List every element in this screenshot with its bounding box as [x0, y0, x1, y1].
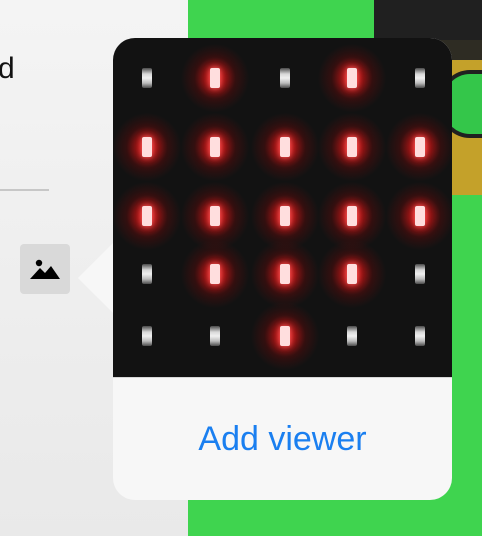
popover-arrow — [78, 242, 114, 314]
led-dot — [415, 326, 425, 346]
led-matrix-preview — [113, 38, 452, 377]
led-dot — [347, 326, 357, 346]
led-dot — [280, 68, 290, 88]
image-icon — [30, 259, 60, 279]
partial-text: d — [0, 52, 16, 85]
led-cell — [385, 302, 452, 370]
viewer-popover: Add viewer — [113, 38, 452, 500]
led-dot — [142, 326, 152, 346]
led-cell — [113, 44, 182, 112]
led-dot — [280, 326, 290, 346]
led-dot — [280, 206, 290, 226]
led-dot — [210, 68, 220, 88]
led-dot — [415, 68, 425, 88]
led-cell — [113, 240, 182, 308]
led-cell — [113, 302, 182, 370]
led-dot — [142, 137, 152, 157]
led-dot — [347, 137, 357, 157]
led-dot — [347, 206, 357, 226]
led-dot — [210, 326, 220, 346]
led-cell — [250, 113, 320, 181]
led-cell — [317, 44, 387, 112]
led-dot — [142, 68, 152, 88]
led-cell — [180, 44, 250, 112]
image-button[interactable] — [20, 244, 70, 294]
led-dot — [210, 206, 220, 226]
led-dot — [210, 264, 220, 284]
led-cell — [317, 302, 387, 370]
led-dot — [142, 264, 152, 284]
led-cell — [250, 240, 320, 308]
led-cell — [113, 113, 182, 181]
add-viewer-button[interactable]: Add viewer — [113, 378, 452, 500]
led-dot — [347, 264, 357, 284]
led-cell — [385, 240, 452, 308]
led-cell — [250, 44, 320, 112]
led-cell — [385, 44, 452, 112]
led-cell — [180, 240, 250, 308]
led-dot — [142, 206, 152, 226]
led-dot — [415, 206, 425, 226]
led-dot — [415, 137, 425, 157]
led-dot — [210, 137, 220, 157]
led-cell — [180, 302, 250, 370]
led-dot — [347, 68, 357, 88]
led-cell — [317, 240, 387, 308]
led-cell — [317, 113, 387, 181]
led-cell — [180, 113, 250, 181]
led-cell — [250, 302, 320, 370]
divider — [0, 189, 49, 191]
led-cell — [385, 113, 452, 181]
led-dot — [280, 137, 290, 157]
led-dot — [280, 264, 290, 284]
led-dot — [415, 264, 425, 284]
